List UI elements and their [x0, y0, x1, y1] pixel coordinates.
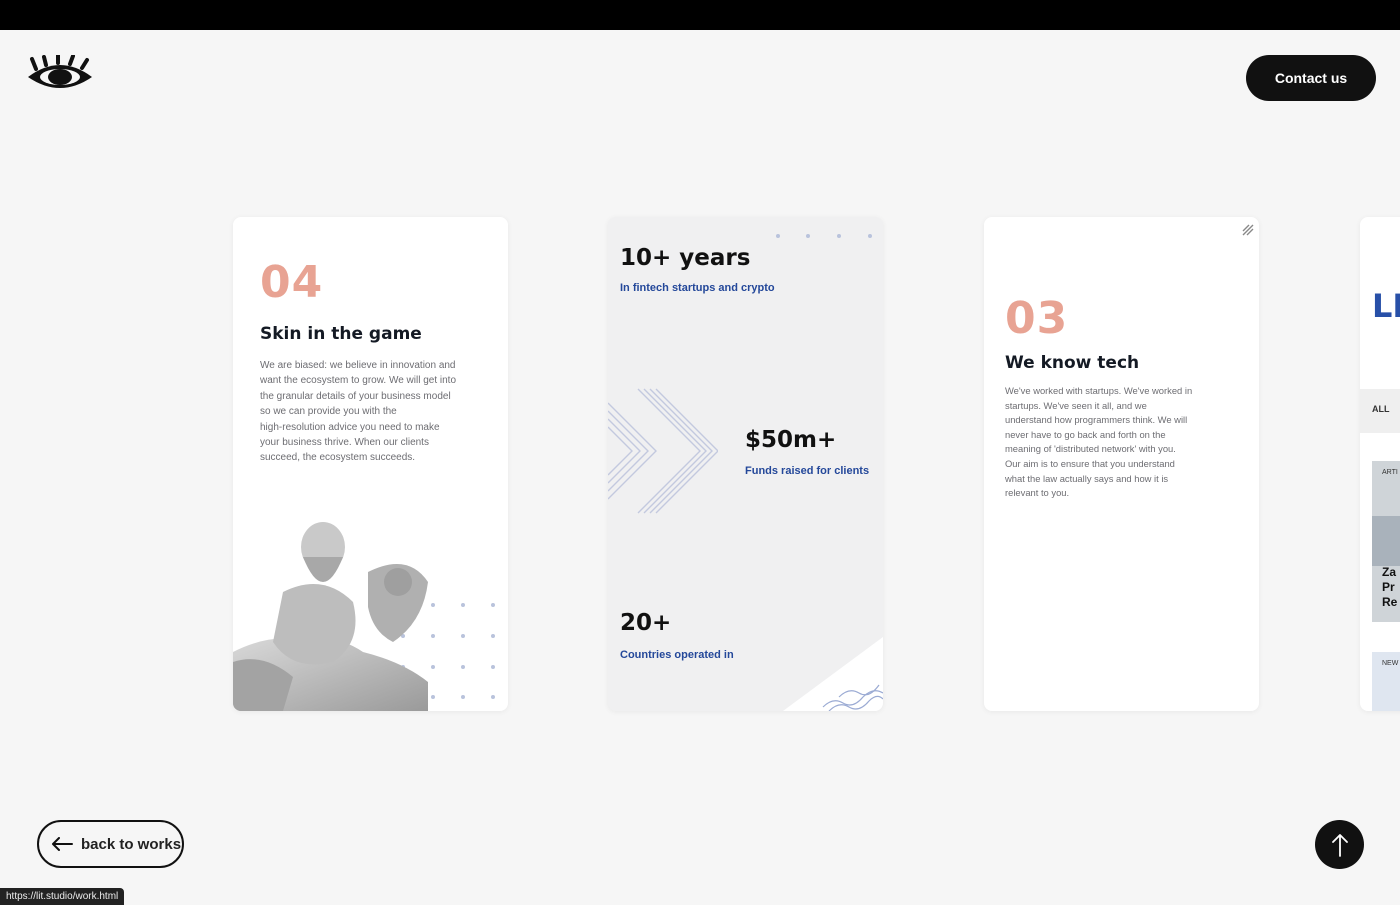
body-line: never have to go back and forth on the — [1005, 428, 1166, 440]
news-thumbnail[interactable]: NEW — [1372, 652, 1400, 711]
card-skin-in-the-game: 04 Skin in the game We are biased: we be… — [233, 217, 508, 711]
body-line: Our aim is to ensure that you understand — [1005, 457, 1175, 469]
chevron-pattern-decoration — [608, 388, 718, 514]
stat-countries-label: Countries operated in — [620, 649, 734, 661]
arrow-left-icon — [52, 837, 73, 851]
card-body: We are biased: we believe in innovation … — [260, 358, 495, 466]
stat-funds-label: Funds raised for clients — [745, 465, 870, 477]
article-title: Za Pr Re — [1382, 565, 1397, 610]
body-line: startups. We've seen it all, and we — [1005, 399, 1147, 411]
contact-us-button[interactable]: Contact us — [1246, 55, 1376, 101]
link-status-bar: https://lit.studio/work.html — [0, 888, 125, 905]
body-line: succeed, the ecosystem succeeds. — [260, 452, 416, 464]
stat-years-label: In fintech startups and crypto — [620, 282, 775, 294]
body-line: your business thrive. When our clients — [260, 437, 429, 449]
card-stats: 10+ years In fintech startups and crypto… — [608, 217, 883, 711]
browser-top-bar — [0, 0, 1400, 30]
article-title-line: Za — [1382, 565, 1397, 579]
stat-countries-value: 20+ — [620, 610, 672, 636]
article-tag: ARTI — [1382, 469, 1398, 476]
card-number: 03 — [1005, 293, 1069, 344]
scroll-to-top-button[interactable] — [1315, 820, 1364, 869]
wave-corner-decoration — [783, 637, 883, 711]
filter-all-tab[interactable]: ALL — [1360, 389, 1400, 433]
card-we-know-tech: 03 We know tech We've worked with startu… — [984, 217, 1259, 711]
card-number: 04 — [260, 257, 324, 308]
article-photo — [1372, 516, 1400, 566]
card-partial: LI ALL ARTI Za Pr Re NEW — [1360, 217, 1400, 711]
dot-row-decoration — [776, 234, 872, 238]
body-line: want the ecosystem to grow. We will get … — [260, 375, 457, 387]
news-tag: NEW — [1382, 660, 1399, 667]
body-line: understand how programmers think. We wil… — [1005, 414, 1188, 426]
card-title: We know tech — [1005, 353, 1140, 373]
eye-logo-icon[interactable] — [24, 55, 96, 95]
article-title-line: Re — [1382, 595, 1398, 609]
statue-image — [233, 522, 428, 711]
article-title-line: Pr — [1382, 580, 1395, 594]
article-thumbnail[interactable]: ARTI Za Pr Re — [1372, 461, 1400, 622]
stat-funds-value: $50m+ — [745, 427, 837, 453]
back-to-works-label: back to works — [81, 835, 182, 853]
body-line: what the law actually says and how it is — [1005, 472, 1169, 484]
body-line: the granular details of your business mo… — [260, 390, 451, 402]
stat-years-value: 10+ years — [620, 245, 751, 271]
card-body: We've worked with startups. We've worked… — [1005, 384, 1245, 501]
arrow-up-icon — [1331, 833, 1348, 857]
back-to-works-button[interactable]: back to works — [37, 820, 184, 868]
body-line: We've worked with startups. We've worked… — [1005, 385, 1193, 396]
body-line: We are biased: we believe in innovation … — [260, 360, 456, 371]
hatch-icon — [1242, 224, 1254, 236]
body-line: high-resolution advice you need to make — [260, 421, 440, 433]
body-line: so we can provide you with the — [260, 406, 397, 418]
card-title: Skin in the game — [260, 324, 422, 344]
partial-heading: LI — [1372, 287, 1400, 325]
body-line: relevant to you. — [1005, 487, 1070, 499]
body-line: meaning of 'distributed network' with yo… — [1005, 443, 1176, 455]
